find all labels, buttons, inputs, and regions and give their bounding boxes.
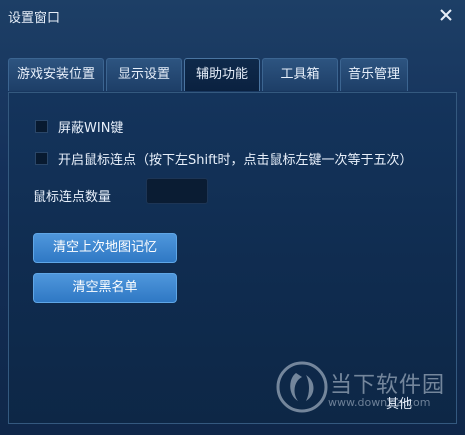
close-icon[interactable] [437, 6, 455, 24]
tab-game-install-location[interactable]: 游戏安装位置 [8, 58, 104, 91]
mouse-burst-label: 开启鼠标连点（按下左Shift时，点击鼠标左键一次等于五次） [58, 153, 413, 168]
tab-display-settings[interactable]: 显示设置 [106, 58, 182, 91]
mouse-burst-row: 开启鼠标连点（按下左Shift时，点击鼠标左键一次等于五次） [35, 149, 413, 168]
block-win-key-row: 屏蔽WIN键 [35, 117, 123, 136]
tab-bar: 游戏安装位置 显示设置 辅助功能 工具箱 音乐管理 [8, 58, 410, 92]
clear-blacklist-button[interactable]: 清空黑名单 [33, 273, 177, 303]
title-bar: 设置窗口 [0, 0, 465, 32]
window-title: 设置窗口 [8, 11, 61, 26]
burst-count-input[interactable] [146, 178, 208, 204]
other-label: 其他 [386, 397, 413, 412]
tab-music-management[interactable]: 音乐管理 [340, 58, 408, 91]
mouse-burst-checkbox[interactable] [35, 152, 48, 165]
clear-map-memory-button[interactable]: 清空上次地图记忆 [33, 233, 177, 263]
burst-count-label: 鼠标连点数量 [33, 190, 112, 205]
watermark: 当下软件园 www.downxia.com [270, 355, 460, 425]
watermark-url: www.downxia.com [328, 396, 431, 409]
block-win-key-label: 屏蔽WIN键 [58, 121, 124, 136]
tab-toolbox[interactable]: 工具箱 [262, 58, 338, 91]
block-win-key-checkbox[interactable] [35, 120, 48, 133]
tab-accessibility[interactable]: 辅助功能 [184, 58, 260, 91]
watermark-logo-icon [276, 361, 328, 413]
